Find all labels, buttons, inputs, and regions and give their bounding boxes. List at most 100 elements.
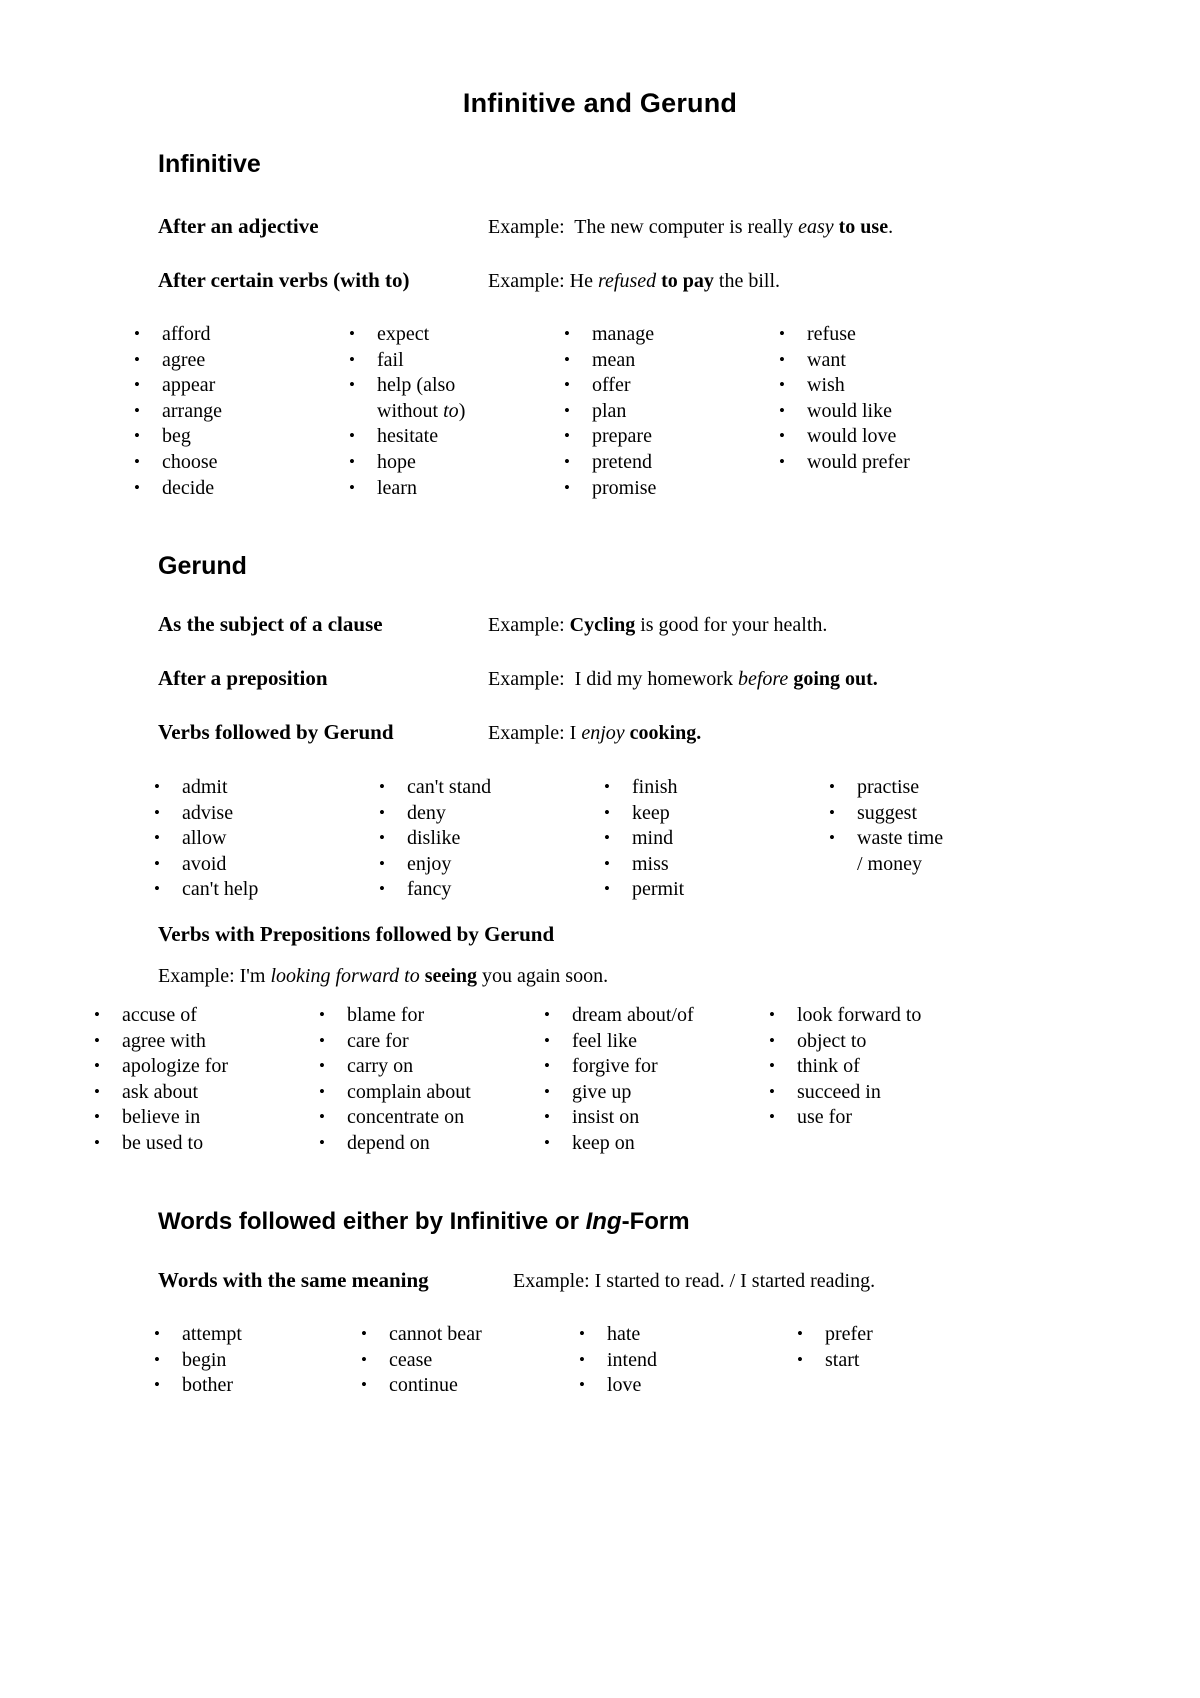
sub-heading-words-with-the-same-meaning: Words with the same meaning <box>158 1268 429 1292</box>
list-item: concentrate on <box>313 1104 538 1131</box>
list-item: continue <box>355 1372 573 1399</box>
list-item: think of <box>763 1053 988 1080</box>
section-heading-infinitive: Infinitive <box>158 150 261 178</box>
list-item: blame for <box>313 1002 538 1029</box>
verbs-prepositions-column-3: dream about/of feel like forgive for giv… <box>538 1002 763 1157</box>
list-item: be used to <box>88 1130 313 1157</box>
sub-heading-after-a-preposition: After a preposition <box>158 666 328 690</box>
list-item: feel like <box>538 1028 763 1055</box>
list: look forward to object to think of succe… <box>763 1002 988 1131</box>
list: can't stand deny dislike enjoy fancy <box>373 774 598 903</box>
list-item: hesitate <box>343 423 558 450</box>
list-item: complain about <box>313 1079 538 1106</box>
either-word-column-3: hate intend love <box>573 1321 791 1399</box>
worksheet-page: Infinitive and Gerund Infinitive After a… <box>0 0 1200 1698</box>
list-item: miss <box>598 851 823 878</box>
list-item: promise <box>558 475 773 502</box>
list: attempt begin bother <box>148 1321 355 1399</box>
list-item: can't stand <box>373 774 598 801</box>
list-item: beg <box>128 423 343 450</box>
list: refuse want wish would like would love w… <box>773 321 988 476</box>
list-item: look forward to <box>763 1002 988 1029</box>
list-item: agree <box>128 347 343 374</box>
list-item: keep <box>598 800 823 827</box>
example-after-a-preposition: Example: I did my homework before going … <box>488 668 878 690</box>
verbs-prepositions-column-4: look forward to object to think of succe… <box>763 1002 988 1157</box>
gerund-row-preposition: After a preposition Example: I did my ho… <box>158 666 1058 691</box>
infinitive-verb-column-3: manage mean offer plan prepare pretend p… <box>558 321 773 502</box>
list: blame for care for carry on complain abo… <box>313 1002 538 1157</box>
list-item: would like <box>773 398 988 425</box>
list: prefer start <box>791 1321 1009 1374</box>
list-item: help (also <box>343 372 558 399</box>
section-heading-either-infinitive-or-ing: Words followed either by Infinitive or I… <box>158 1208 690 1236</box>
infinitive-verb-list: afford agree appear arrange beg choose d… <box>128 321 988 502</box>
gerund-verb-column-1: admit advise allow avoid can't help <box>148 774 373 903</box>
list-item: decide <box>128 475 343 502</box>
sub-heading-after-certain-verbs: After certain verbs (with to) <box>158 268 410 292</box>
either-word-column-4: prefer start <box>791 1321 1009 1399</box>
list: manage mean offer plan prepare pretend p… <box>558 321 773 502</box>
list: admit advise allow avoid can't help <box>148 774 373 903</box>
list-item: waste time <box>823 825 1048 852</box>
list-item: insist on <box>538 1104 763 1131</box>
list-item: mind <box>598 825 823 852</box>
example-after-an-adjective: Example: The new computer is really easy… <box>488 216 894 238</box>
list-item: choose <box>128 449 343 476</box>
list-item: attempt <box>148 1321 355 1348</box>
list-item: object to <box>763 1028 988 1055</box>
list-item: cannot bear <box>355 1321 573 1348</box>
list-item: use for <box>763 1104 988 1131</box>
list-item: love <box>573 1372 791 1399</box>
list-item: fail <box>343 347 558 374</box>
heading-text-italic: Ing <box>585 1208 622 1235</box>
list-item: intend <box>573 1347 791 1374</box>
either-row-same-meaning: Words with the same meaning Example: I s… <box>158 1268 1108 1293</box>
list-item: care for <box>313 1028 538 1055</box>
list-item: would prefer <box>773 449 988 476</box>
list-item: dream about/of <box>538 1002 763 1029</box>
list-item: hate <box>573 1321 791 1348</box>
list-item: manage <box>558 321 773 348</box>
list-item: wish <box>773 372 988 399</box>
list-item: arrange <box>128 398 343 425</box>
list-item: fancy <box>373 876 598 903</box>
list-item: carry on <box>313 1053 538 1080</box>
gerund-verb-column-4: practise suggest waste time / money <box>823 774 1048 903</box>
infinitive-verb-column-1: afford agree appear arrange beg choose d… <box>128 321 343 502</box>
list-item: prepare <box>558 423 773 450</box>
sub-heading-verbs-with-prepositions: Verbs with Prepositions followed by Geru… <box>158 922 555 946</box>
list-item: admit <box>148 774 373 801</box>
gerund-verb-column-3: finish keep mind miss permit <box>598 774 823 903</box>
list-item: enjoy <box>373 851 598 878</box>
verbs-prepositions-list: accuse of agree with apologize for ask a… <box>88 1002 988 1157</box>
list: practise suggest waste time / money <box>823 774 1048 877</box>
list-item: begin <box>148 1347 355 1374</box>
infinitive-verb-column-2: expect fail help (also without to) hesit… <box>343 321 558 502</box>
sub-heading-as-the-subject-of-a-clause: As the subject of a clause <box>158 612 383 636</box>
list: expect fail help (also without to) hesit… <box>343 321 558 502</box>
gerund-row-subject: As the subject of a clause Example: Cycl… <box>158 612 1058 637</box>
list-item: afford <box>128 321 343 348</box>
infinitive-row-adjective: After an adjective Example: The new comp… <box>158 214 1058 239</box>
heading-text-part1: Words followed either by Infinitive or <box>158 1208 586 1235</box>
list-item: succeed in <box>763 1079 988 1106</box>
list-item: keep on <box>538 1130 763 1157</box>
infinitive-verb-column-4: refuse want wish would like would love w… <box>773 321 988 501</box>
list: afford agree appear arrange beg choose d… <box>128 321 343 502</box>
list-item: start <box>791 1347 1009 1374</box>
example-words-with-the-same-meaning: Example: I started to read. / I started … <box>513 1270 876 1292</box>
list-item: learn <box>343 475 558 502</box>
list-item: ask about <box>88 1079 313 1106</box>
gerund-verb-column-2: can't stand deny dislike enjoy fancy <box>373 774 598 903</box>
list-item: finish <box>598 774 823 801</box>
sub-heading-verbs-followed-by-gerund: Verbs followed by Gerund <box>158 720 394 744</box>
list-item: prefer <box>791 1321 1009 1348</box>
list-item: would love <box>773 423 988 450</box>
either-word-list: attempt begin bother cannot bear cease c… <box>148 1321 1009 1399</box>
sub-heading-after-an-adjective: After an adjective <box>158 214 319 238</box>
example-verbs-with-prepositions: Example: I'm looking forward to seeing y… <box>158 965 609 987</box>
list-item: expect <box>343 321 558 348</box>
list-item: agree with <box>88 1028 313 1055</box>
verbs-prepositions-column-1: accuse of agree with apologize for ask a… <box>88 1002 313 1157</box>
